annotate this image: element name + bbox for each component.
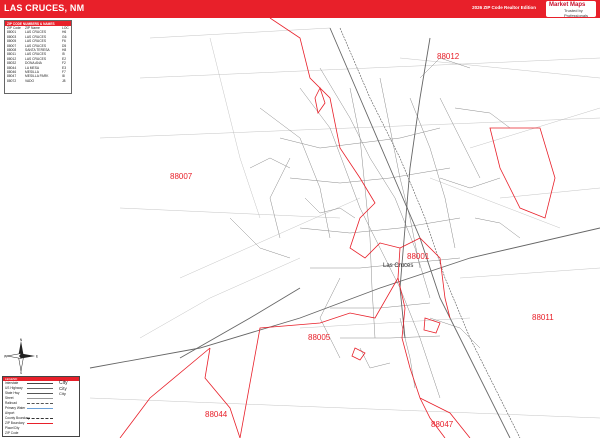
zip-label-88011: 88011: [532, 313, 554, 322]
legend-swatch: [27, 398, 53, 399]
logo-subtext: Trusted by Professionals: [564, 8, 589, 18]
zip-boundary-88044-east: [204, 347, 241, 438]
legend-swatch: [27, 403, 53, 404]
zip-boundary-88047: [419, 397, 471, 438]
legend-label: Airport: [5, 411, 15, 415]
legend-swatch: [27, 393, 53, 394]
loc-cell: J8: [62, 78, 66, 83]
city-label: Las Cruces: [383, 263, 414, 269]
zip-boundary-east-pocket: [423, 317, 441, 334]
name-cell: VADO: [25, 78, 35, 83]
legend-label: Street: [5, 396, 14, 400]
compass-rose-icon: N S E W: [4, 338, 38, 374]
legend-label: State Hwy: [5, 391, 20, 395]
legend-swatch: [27, 423, 53, 424]
zip-code-table: ZIP CODE NUMBERS & NAMES ZIP Code ZIP Na…: [4, 20, 72, 94]
legend-label: Railroad: [5, 401, 17, 405]
zip-label-88012: 88012: [437, 52, 460, 61]
legend-label: County Boundary: [5, 416, 30, 420]
city-streets: [229, 57, 521, 399]
legend-label: Place/City: [5, 426, 20, 430]
zip-boundaries: [119, 18, 556, 438]
publisher-logo: Market Maps Trusted by Professionals: [546, 1, 596, 18]
zip-label-88047: 88047: [431, 420, 454, 429]
zip-label-88001: 88001: [407, 252, 430, 261]
legend-label: US Highway: [5, 386, 23, 390]
legend-swatch: [27, 383, 53, 384]
compass-north: N: [20, 338, 23, 342]
legend-label: Primary Water: [5, 406, 26, 410]
compass-west: W: [4, 355, 8, 359]
zip-label-88005: 88005: [308, 333, 331, 342]
table-row: 88072 VADO J8: [5, 79, 71, 83]
highways: [89, 27, 600, 438]
legend-swatch: [27, 408, 53, 409]
compass-south: S: [20, 371, 23, 374]
legend-item: ZIP Code: [3, 431, 79, 436]
zip-boundary-88011-east: [489, 127, 556, 219]
legend-label: Interstate: [5, 381, 19, 385]
edition-text: 2026 ZIP Code Realtor Edition: [472, 5, 536, 10]
map-canvas[interactable]: [0, 18, 600, 438]
zip-cell: 88072: [7, 78, 17, 83]
header-bar: LAS CRUCES, NM 2026 ZIP Code Realtor Edi…: [0, 0, 600, 18]
zip-label-88044: 88044: [205, 410, 228, 419]
zip-boundary-88005: [239, 277, 399, 438]
map-legend: LEGEND Interstate City US Highway City Sta…: [2, 376, 80, 437]
legend-label: ZIP Code: [5, 431, 19, 435]
map-page: LAS CRUCES, NM 2026 ZIP Code Realtor Edi…: [0, 0, 600, 438]
street-network: [89, 27, 600, 419]
legend-label: ZIP Boundary: [5, 421, 25, 425]
railroad-line: [339, 27, 521, 438]
zip-label-88007: 88007: [170, 172, 193, 181]
compass-east: E: [36, 355, 38, 359]
map-title: LAS CRUCES, NM: [4, 3, 85, 13]
legend-swatch: [27, 388, 53, 389]
zip-boundary-88044: [119, 347, 211, 438]
zip-boundary-88012-west: [269, 18, 401, 259]
legend-swatch: [27, 418, 53, 419]
zip-boundary-88001-east: [399, 237, 451, 319]
